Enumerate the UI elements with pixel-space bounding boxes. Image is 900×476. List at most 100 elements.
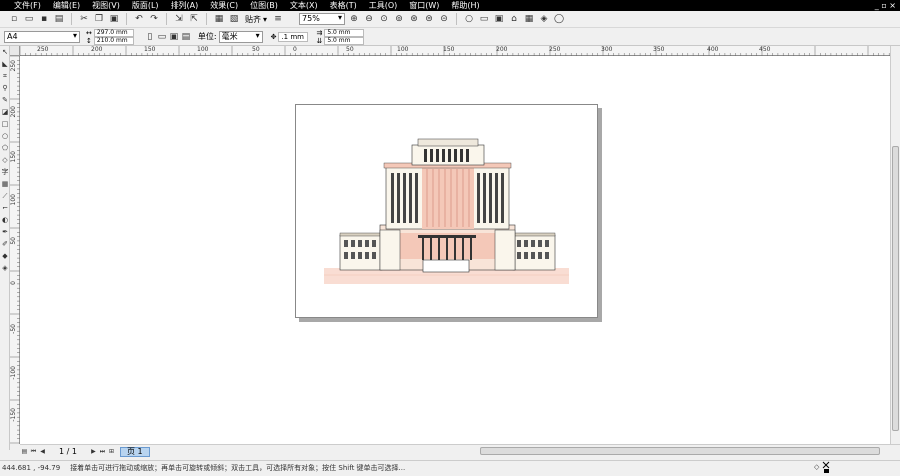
dup-y-input[interactable]: 5.0 mm [324, 36, 365, 45]
fill-outline-indicator[interactable]: ◇ [814, 461, 834, 473]
page-tab-1[interactable]: 页 1 [119, 446, 150, 457]
landscape-icon[interactable]: ▭ [156, 31, 168, 43]
fill-tool-icon[interactable]: ◆ [0, 250, 10, 262]
interactive-fill-icon[interactable]: ◈ [0, 262, 10, 274]
zoom-level-select[interactable]: 75% [299, 13, 346, 25]
undo-icon[interactable]: ↶ [133, 13, 145, 25]
add-page-icon[interactable]: ⊞ [107, 447, 116, 456]
ellipse-tool-icon[interactable]: ○ [0, 130, 10, 142]
menu-edit[interactable]: 编辑(E) [47, 0, 86, 11]
dup-x-input[interactable]: 5.0 mm [324, 28, 365, 37]
basic-shapes-icon[interactable]: ◇ [0, 154, 10, 166]
last-page-icon[interactable]: ⏭ [98, 447, 107, 456]
menu-layout[interactable]: 版面(L) [126, 0, 165, 11]
ruler-h-label: 350 [653, 46, 665, 53]
new-document-icon[interactable]: ▫ [8, 13, 20, 25]
paper-size-select[interactable]: A4 [4, 30, 80, 43]
welcome-screen-icon[interactable]: ▧ [228, 13, 240, 25]
save-icon[interactable]: ▪ [38, 13, 50, 25]
menu-window[interactable]: 窗口(W) [403, 0, 445, 11]
ruler-h-label: 300 [601, 46, 613, 53]
page-height-input[interactable]: 210.0 mm [93, 36, 134, 45]
zoom-tool-icon[interactable]: ⚲ [0, 82, 10, 94]
vertical-scroll-thumb[interactable] [892, 146, 899, 431]
ellipse-icon[interactable]: ◯ [553, 13, 565, 25]
next-page-icon[interactable]: ▶ [89, 447, 98, 456]
menu-help[interactable]: 帮助(H) [445, 0, 485, 11]
drawing-canvas[interactable] [20, 56, 890, 444]
zoom-height-icon[interactable]: ⊝ [438, 13, 450, 25]
rectangle-tool-icon[interactable]: □ [0, 118, 10, 130]
ruler-v-label: 100 [10, 194, 17, 206]
shape-tool-icon[interactable]: ◣ [0, 58, 10, 70]
frame-icon[interactable]: ▣ [493, 13, 505, 25]
height-row: ↕ 210.0 mm [86, 36, 134, 45]
menu-text[interactable]: 文本(X) [284, 0, 324, 11]
redo-icon[interactable]: ↷ [148, 13, 160, 25]
document-properties-icon[interactable]: ▤ [20, 447, 29, 456]
window-controls[interactable]: _ ▫ × [875, 0, 896, 11]
outline-pen-icon[interactable]: ✐ [0, 238, 10, 250]
export-icon[interactable]: ⇱ [188, 13, 200, 25]
menu-table[interactable]: 表格(T) [324, 0, 363, 11]
first-page-icon[interactable]: ⏮ [29, 447, 38, 456]
zoom-out-icon[interactable]: ⊖ [363, 13, 375, 25]
menu-file[interactable]: 文件(F) [0, 0, 47, 11]
zoom-page-icon[interactable]: ⊛ [408, 13, 420, 25]
rectangle-icon[interactable]: ▭ [478, 13, 490, 25]
blend-tool-icon[interactable]: ◐ [0, 214, 10, 226]
current-page-icon[interactable]: ▤ [180, 31, 192, 43]
dimension-tool-icon[interactable]: ⟋ [0, 190, 10, 202]
page-width-input[interactable]: 297.0 mm [93, 28, 134, 37]
horizontal-scroll-thumb[interactable] [480, 447, 880, 455]
menu-tools[interactable]: 工具(O) [363, 0, 404, 11]
table-tool-icon[interactable]: ▦ [0, 178, 10, 190]
connector-tool-icon[interactable]: ⌐ [0, 202, 10, 214]
status-message: 接着单击可进行拖动或缩放；再单击可旋转或倾斜；双击工具，可选择所有对象；按住 S… [70, 463, 406, 472]
house-icon[interactable]: ⌂ [508, 13, 520, 25]
vertical-scrollbar[interactable] [890, 46, 900, 444]
polygon-tool-icon[interactable]: ⬠ [0, 142, 10, 154]
freehand-tool-icon[interactable]: ✎ [0, 94, 10, 106]
cut-icon[interactable]: ✂ [78, 13, 90, 25]
open-folder-icon[interactable]: ▭ [23, 13, 35, 25]
previous-page-icon[interactable]: ◀ [38, 447, 47, 456]
print-icon[interactable]: ▤ [53, 13, 65, 25]
menu-arrange[interactable]: 排列(A) [165, 0, 205, 11]
snap-to-button[interactable]: 贴齐 ▾ [243, 14, 269, 25]
smart-fill-icon[interactable]: ◪ [0, 106, 10, 118]
zoom-selected-icon[interactable]: ⊙ [378, 13, 390, 25]
zoom-in-icon[interactable]: ⊕ [348, 13, 360, 25]
horizontal-scrollbar[interactable] [470, 447, 890, 455]
horizontal-ruler[interactable]: 250 200 150 100 50 0 50 100 150 200 250 … [20, 46, 890, 56]
unit-select[interactable]: 毫米 [218, 30, 263, 43]
text-tool-icon[interactable]: 字 [0, 166, 10, 178]
eyedropper-icon[interactable]: ✒ [0, 226, 10, 238]
copy-icon[interactable]: ❐ [93, 13, 105, 25]
grid-icon[interactable]: ▦ [523, 13, 535, 25]
app-launcher-icon[interactable]: ▦ [213, 13, 225, 25]
nudge-input[interactable]: .1 mm [278, 31, 309, 42]
ruler-h-label: 100 [197, 46, 209, 53]
circle-icon[interactable]: ○ [463, 13, 475, 25]
zoom-width-icon[interactable]: ⊜ [423, 13, 435, 25]
ruler-origin[interactable] [10, 46, 20, 56]
import-icon[interactable]: ⇲ [173, 13, 185, 25]
paste-icon[interactable]: ▣ [108, 13, 120, 25]
portrait-icon[interactable]: ▯ [144, 31, 156, 43]
options-icon[interactable]: ≡ [272, 13, 284, 25]
crop-tool-icon[interactable]: ⌗ [0, 70, 10, 82]
zoom-all-icon[interactable]: ⊚ [393, 13, 405, 25]
ruler-h-label: 250 [37, 46, 49, 53]
menu-view[interactable]: 视图(V) [86, 0, 126, 11]
color-icon[interactable]: ◈ [538, 13, 550, 25]
menu-effects[interactable]: 效果(C) [204, 0, 244, 11]
vertical-ruler[interactable]: 250 200 150 100 50 0 -50 -100 -150 [10, 56, 20, 444]
status-bar: 444.681 , -94.79 接着单击可进行拖动或缩放；再单击可旋转或倾斜；… [0, 460, 900, 474]
building-drawing[interactable] [296, 105, 599, 319]
all-pages-icon[interactable]: ▣ [168, 31, 180, 43]
document-page[interactable] [295, 104, 598, 318]
cursor-coordinates: 444.681 , -94.79 [2, 463, 61, 472]
menu-bitmaps[interactable]: 位图(B) [244, 0, 284, 11]
pick-tool-icon[interactable]: ↖ [0, 46, 10, 58]
